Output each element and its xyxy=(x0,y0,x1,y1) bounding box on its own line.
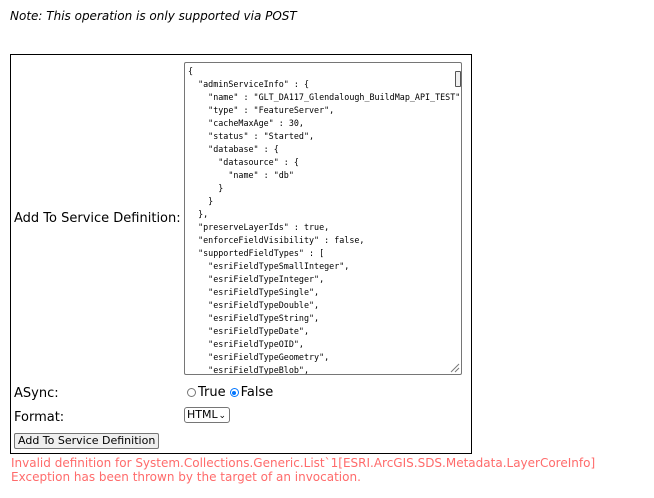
resize-grip-icon[interactable] xyxy=(449,362,460,373)
definition-line: "status" : "Started", xyxy=(188,131,315,141)
definition-line: "esriFieldTypeString", xyxy=(188,313,320,323)
definition-line: "supportedFieldTypes" : [ xyxy=(188,248,325,258)
radio-false[interactable] xyxy=(229,388,239,397)
definition-line: "esriFieldTypeBlob", xyxy=(188,365,310,375)
definition-line: "esriFieldTypeDouble", xyxy=(188,300,320,310)
definition-line: }, xyxy=(188,209,209,219)
definition-line: "type" : "FeatureServer", xyxy=(188,105,335,115)
definition-line: { xyxy=(188,66,194,76)
definition-line: "name" : "GLT_DA117_Glendalough_BuildMap… xyxy=(188,92,462,102)
definition-line: "enforceFieldVisibility" : false, xyxy=(188,235,365,245)
format-value: HTML xyxy=(187,408,218,421)
definition-line: "adminServiceInfo" : { xyxy=(188,79,310,89)
definition-line: "name" : "db" xyxy=(188,170,294,180)
definition-line: "esriFieldTypeSmallInteger", xyxy=(188,261,350,271)
definition-line: } xyxy=(188,196,214,206)
chevron-down-icon: ⌄ xyxy=(218,411,226,421)
error-line: Exception has been thrown by the target … xyxy=(11,470,361,484)
definition-line: "cacheMaxAge" : 30, xyxy=(188,118,304,128)
textarea-scrollbar[interactable] xyxy=(455,71,461,87)
definition-line: } xyxy=(188,183,224,193)
definition-line: "datasource" : { xyxy=(188,157,299,167)
add-definition-form: Add To Service Definition: { "adminServi… xyxy=(10,54,472,454)
definition-line: "esriFieldTypeOID", xyxy=(188,339,304,349)
post-only-note: Note: This operation is only supported v… xyxy=(10,9,297,23)
error-line: Invalid definition for System.Collection… xyxy=(11,456,596,470)
radio-true[interactable] xyxy=(187,388,196,397)
definition-line: "esriFieldTypeGeometry", xyxy=(188,352,330,362)
definition-line: "database" : { xyxy=(188,144,279,154)
async-true-label: True xyxy=(198,385,226,400)
add-to-service-definition-button[interactable]: Add To Service Definition xyxy=(14,433,160,449)
definition-textarea[interactable]: { "adminServiceInfo" : { "name" : "GLT_D… xyxy=(184,62,462,375)
async-radio-group: True False xyxy=(187,385,277,400)
format-label: Format: xyxy=(14,410,65,425)
async-label: ASync: xyxy=(14,386,59,401)
async-option-true[interactable]: True xyxy=(187,385,226,400)
definition-line: "esriFieldTypeDate", xyxy=(188,326,310,336)
async-false-label: False xyxy=(240,385,274,400)
definition-line: "esriFieldTypeInteger", xyxy=(188,274,325,284)
error-messages: Invalid definition for System.Collection… xyxy=(11,456,595,484)
async-option-false[interactable]: False xyxy=(229,385,274,400)
definition-line: "preserveLayerIds" : true, xyxy=(188,222,330,232)
definition-line: "esriFieldTypeSingle", xyxy=(188,287,320,297)
format-select[interactable]: HTML ⌄ xyxy=(184,407,230,423)
definition-label: Add To Service Definition: xyxy=(14,211,181,226)
